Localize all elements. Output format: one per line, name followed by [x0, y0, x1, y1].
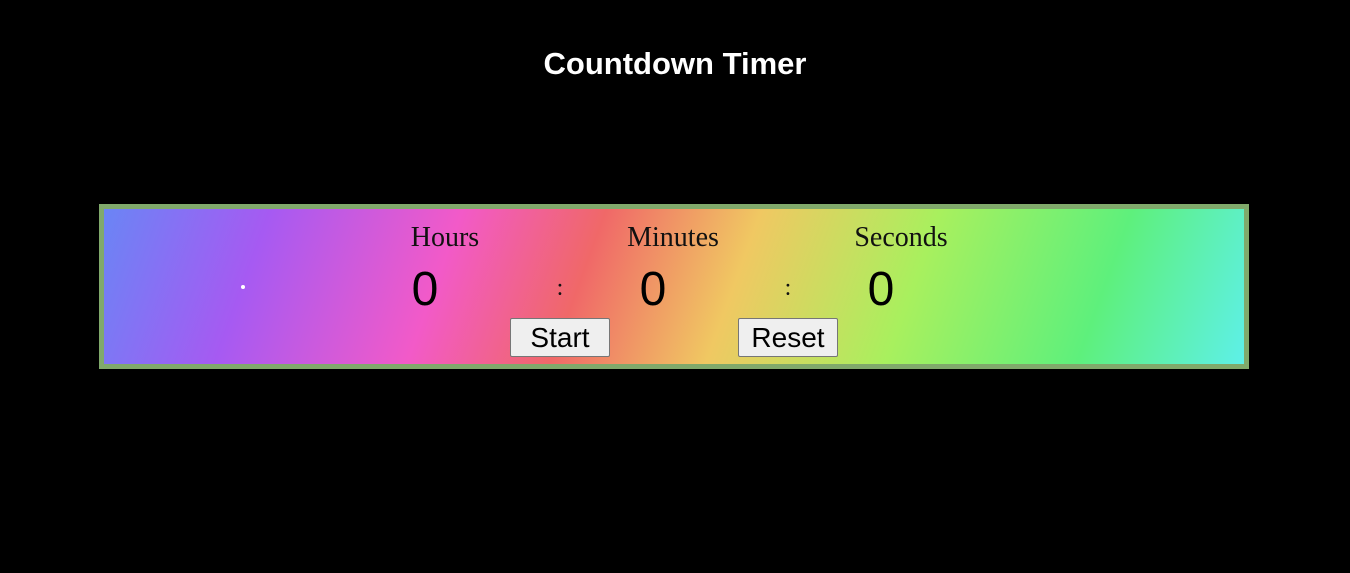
minutes-label: Minutes	[627, 222, 719, 253]
minutes-value: 0	[639, 263, 667, 316]
hours-value: 0	[411, 263, 439, 316]
reset-button[interactable]: Reset	[738, 318, 838, 357]
start-button[interactable]: Start	[510, 318, 610, 357]
seconds-value: 0	[867, 263, 895, 316]
separator-hours-minutes: :	[556, 275, 564, 301]
page-title: Countdown Timer	[543, 46, 807, 81]
decorative-dot	[241, 285, 245, 289]
hours-label: Hours	[410, 222, 480, 253]
timer-panel: Hours Minutes Seconds 0 : 0 : 0 Start Re…	[99, 204, 1249, 369]
separator-minutes-seconds: :	[784, 275, 792, 301]
seconds-label: Seconds	[854, 222, 948, 253]
